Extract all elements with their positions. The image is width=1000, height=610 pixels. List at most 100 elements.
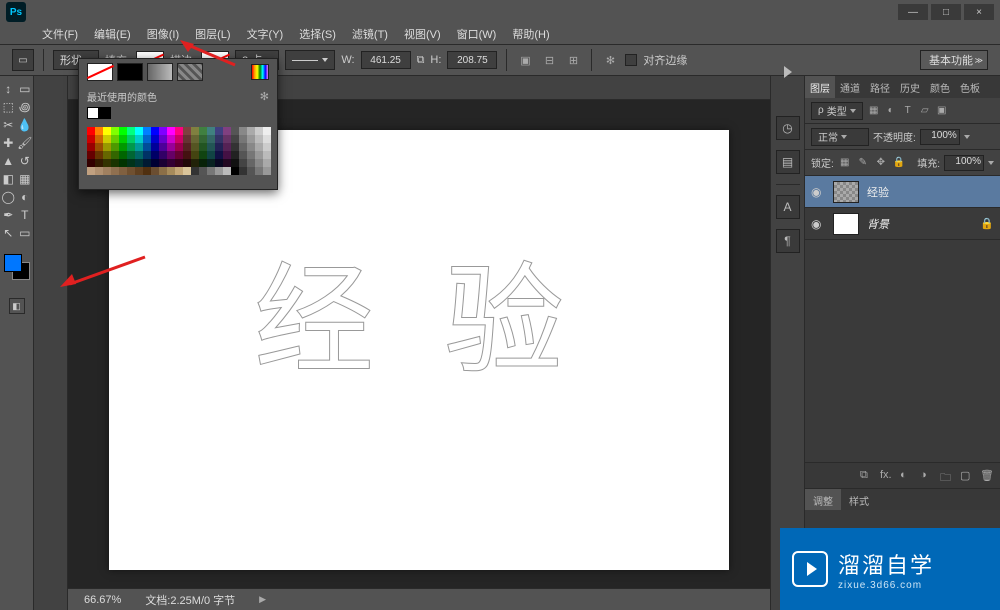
path-op-1[interactable]: ▣ bbox=[516, 51, 534, 69]
color-swatch[interactable] bbox=[127, 143, 135, 151]
color-swatch[interactable] bbox=[223, 167, 231, 175]
color-swatch[interactable] bbox=[159, 135, 167, 143]
color-swatch[interactable] bbox=[127, 167, 135, 175]
color-swatch[interactable] bbox=[223, 143, 231, 151]
color-swatch[interactable] bbox=[239, 151, 247, 159]
color-swatch[interactable] bbox=[95, 127, 103, 135]
color-swatch[interactable] bbox=[207, 159, 215, 167]
lasso-tool[interactable]: ꩜ bbox=[17, 98, 34, 116]
group-icon[interactable]: 🗀 bbox=[940, 469, 954, 483]
gradient-fill-option[interactable] bbox=[147, 63, 173, 81]
color-swatch[interactable] bbox=[103, 167, 111, 175]
history-panel-icon[interactable]: ◷ bbox=[776, 116, 800, 140]
no-fill-option[interactable] bbox=[87, 63, 113, 81]
color-swatch[interactable] bbox=[263, 159, 271, 167]
color-swatch[interactable] bbox=[183, 159, 191, 167]
color-swatch[interactable] bbox=[231, 143, 239, 151]
artboard-tool[interactable]: ▭ bbox=[17, 80, 34, 98]
color-swatch[interactable] bbox=[231, 135, 239, 143]
color-swatch[interactable] bbox=[87, 167, 95, 175]
color-swatch[interactable] bbox=[239, 135, 247, 143]
color-swatch[interactable] bbox=[191, 127, 199, 135]
color-swatch[interactable] bbox=[183, 127, 191, 135]
gear-icon[interactable]: ✻ bbox=[601, 51, 619, 69]
align-edges-checkbox[interactable] bbox=[625, 54, 637, 66]
heal-tool[interactable]: ✚ bbox=[0, 134, 17, 152]
color-swatch[interactable] bbox=[183, 135, 191, 143]
color-swatch[interactable] bbox=[95, 151, 103, 159]
color-swatch[interactable] bbox=[207, 143, 215, 151]
layer-thumbnail[interactable] bbox=[833, 181, 859, 203]
color-swatch[interactable] bbox=[223, 159, 231, 167]
filter-pixel-icon[interactable]: ▦ bbox=[867, 104, 881, 118]
recent-swatch[interactable] bbox=[87, 107, 99, 119]
color-swatch[interactable] bbox=[167, 151, 175, 159]
tab-channels[interactable]: 通道 bbox=[835, 76, 865, 98]
color-swatch[interactable] bbox=[239, 167, 247, 175]
color-swatch[interactable] bbox=[207, 127, 215, 135]
menu-edit[interactable]: 编辑(E) bbox=[88, 24, 137, 44]
color-swatch[interactable] bbox=[191, 135, 199, 143]
delete-layer-icon[interactable]: 🗑 bbox=[980, 469, 994, 483]
color-swatch[interactable] bbox=[151, 135, 159, 143]
color-swatch[interactable] bbox=[191, 151, 199, 159]
color-swatch[interactable] bbox=[135, 143, 143, 151]
layer-kind-dropdown[interactable]: ρ类型 bbox=[811, 102, 863, 120]
color-swatch[interactable] bbox=[167, 127, 175, 135]
color-swatch[interactable] bbox=[151, 159, 159, 167]
color-swatch[interactable] bbox=[103, 127, 111, 135]
brush-tool[interactable]: 🖌 bbox=[17, 134, 34, 152]
height-field[interactable] bbox=[447, 51, 497, 69]
color-swatch[interactable] bbox=[159, 167, 167, 175]
eraser-tool[interactable]: ◧ bbox=[0, 170, 17, 188]
recent-swatch[interactable] bbox=[99, 107, 111, 119]
color-swatch[interactable] bbox=[103, 143, 111, 151]
color-swatch[interactable] bbox=[215, 151, 223, 159]
color-swatch[interactable] bbox=[199, 167, 207, 175]
color-swatch[interactable] bbox=[87, 127, 95, 135]
color-swatch[interactable] bbox=[143, 151, 151, 159]
color-swatch[interactable] bbox=[151, 167, 159, 175]
color-swatch[interactable] bbox=[111, 167, 119, 175]
color-swatch[interactable] bbox=[255, 151, 263, 159]
pen-tool[interactable]: ✒ bbox=[0, 206, 17, 224]
window-minimize[interactable]: — bbox=[898, 4, 928, 20]
color-swatch[interactable] bbox=[239, 143, 247, 151]
zoom-level[interactable]: 66.67% bbox=[84, 594, 121, 606]
visibility-icon[interactable]: ◉ bbox=[811, 185, 825, 199]
color-swatch[interactable] bbox=[119, 127, 127, 135]
tab-swatches[interactable]: 色板 bbox=[955, 76, 985, 98]
color-swatch[interactable] bbox=[119, 167, 127, 175]
color-swatch[interactable] bbox=[215, 143, 223, 151]
color-swatch[interactable] bbox=[199, 127, 207, 135]
filter-type-icon[interactable]: T bbox=[901, 104, 915, 118]
color-swatch[interactable] bbox=[135, 167, 143, 175]
color-swatch[interactable] bbox=[135, 127, 143, 135]
color-swatch[interactable] bbox=[143, 167, 151, 175]
menu-filter[interactable]: 滤镜(T) bbox=[346, 24, 394, 44]
color-swatch[interactable] bbox=[255, 143, 263, 151]
color-swatch[interactable] bbox=[231, 151, 239, 159]
color-swatch[interactable] bbox=[167, 143, 175, 151]
color-swatch[interactable] bbox=[199, 143, 207, 151]
crop-tool[interactable]: ✂ bbox=[0, 116, 17, 134]
color-swatch[interactable] bbox=[247, 167, 255, 175]
color-swatch[interactable] bbox=[127, 135, 135, 143]
color-swatch[interactable] bbox=[183, 167, 191, 175]
lock-move-icon[interactable]: ✥ bbox=[874, 156, 888, 170]
color-picker-icon[interactable] bbox=[251, 64, 269, 80]
color-swatch[interactable] bbox=[255, 135, 263, 143]
filter-smart-icon[interactable]: ▣ bbox=[935, 104, 949, 118]
color-swatch[interactable] bbox=[231, 167, 239, 175]
window-close[interactable]: × bbox=[964, 4, 994, 20]
color-swatch[interactable] bbox=[175, 167, 183, 175]
history-brush-tool[interactable]: ↺ bbox=[17, 152, 34, 170]
lock-all-icon[interactable]: 🔒 bbox=[892, 156, 906, 170]
color-swatch[interactable] bbox=[207, 135, 215, 143]
opacity-field[interactable]: 100% bbox=[920, 129, 960, 145]
solid-fill-option[interactable] bbox=[117, 63, 143, 81]
color-swatches[interactable] bbox=[0, 252, 34, 292]
adjustment-icon[interactable]: ◑ bbox=[920, 469, 934, 483]
gear-icon[interactable]: ✻ bbox=[260, 90, 269, 103]
color-swatch[interactable] bbox=[263, 167, 271, 175]
